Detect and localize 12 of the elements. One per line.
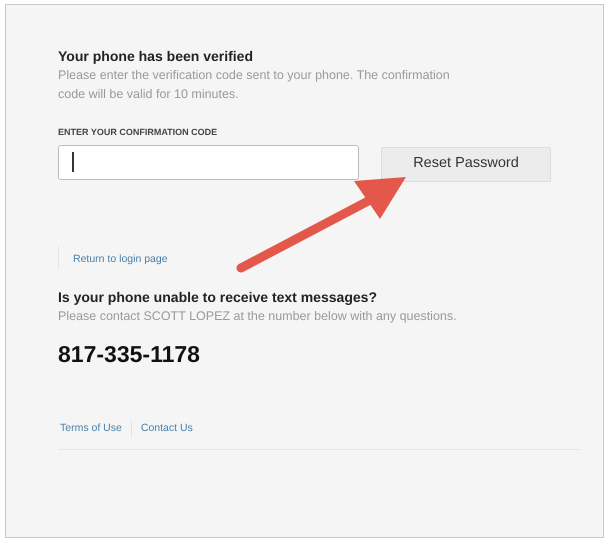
help-heading: Is your phone unable to receive text messages? <box>58 288 378 306</box>
code-input-field[interactable] <box>58 144 359 180</box>
reset-password-button[interactable]: Reset Password <box>381 146 551 182</box>
help-text: Please contact SCOTT LOPEZ at the number below with any questions. <box>58 308 458 325</box>
field-label: ENTER YOUR CONFIRMATION CODE <box>58 126 218 139</box>
text-cursor-icon <box>72 152 74 172</box>
footer-link[interactable]: Contact Us <box>130 421 193 437</box>
phone-number: 817-335-1178 <box>58 340 201 368</box>
description-text: Please enter the verification code sent to your phone. The confirmation code will be valid for 10 minutes. <box>58 67 451 103</box>
return-link[interactable]: Return to login page <box>73 252 168 264</box>
section-heading: Your phone has been verified <box>58 47 254 65</box>
footer-link[interactable]: Terms of Use <box>60 421 122 437</box>
